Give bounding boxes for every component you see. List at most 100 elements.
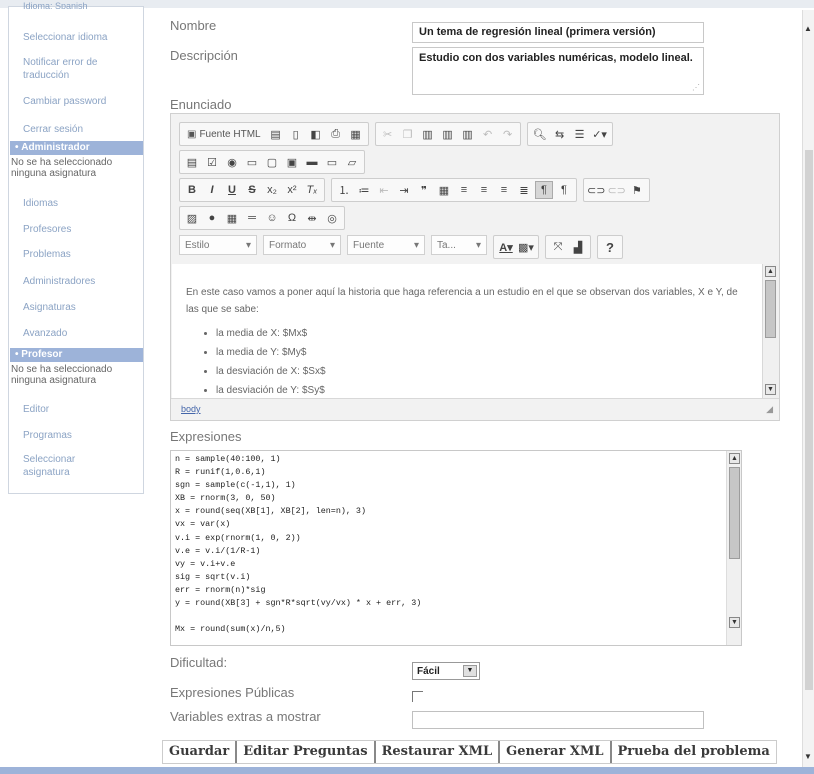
sidebar-item-profesores[interactable]: Profesores: [9, 223, 71, 236]
source-button[interactable]: ▣ Fuente HTML: [183, 125, 265, 143]
nombre-input[interactable]: Un tema de regresión lineal (primera ver…: [412, 22, 704, 43]
templates-icon[interactable]: ▦: [347, 125, 365, 143]
text-color-icon[interactable]: A▾: [497, 238, 515, 256]
scroll-thumb[interactable]: [729, 467, 740, 559]
sidebar-item-report-translation[interactable]: Notificar error de traducción: [9, 56, 119, 82]
form-icon[interactable]: ▤: [183, 153, 201, 171]
redo-icon[interactable]: ↷: [499, 125, 517, 143]
anchor-icon[interactable]: ⚑: [628, 181, 646, 199]
table-icon[interactable]: ▦: [223, 209, 241, 227]
blockquote-icon[interactable]: ❞: [415, 181, 433, 199]
publicas-checkbox[interactable]: [412, 691, 423, 702]
subscript-icon[interactable]: x₂: [263, 181, 281, 199]
scroll-down-icon[interactable]: ▼: [729, 617, 740, 628]
sidebar-item-administradores[interactable]: Administradores: [9, 275, 95, 288]
sidebar-item-select-language[interactable]: Seleccionar idioma: [9, 31, 108, 44]
new-page-icon[interactable]: ▯: [287, 125, 305, 143]
special-char-icon[interactable]: Ω: [283, 209, 301, 227]
element-path-link[interactable]: body: [181, 404, 201, 414]
font-combo[interactable]: Fuente ▾: [347, 235, 425, 255]
horizontal-rule-icon[interactable]: ═: [243, 209, 261, 227]
save-button[interactable]: Guardar: [163, 741, 238, 763]
scroll-up-icon[interactable]: ▲: [729, 453, 740, 464]
button-field-icon[interactable]: ▬: [303, 153, 321, 171]
maximize-icon[interactable]: ⤧: [549, 238, 567, 256]
image-button-icon[interactable]: ▭: [323, 153, 341, 171]
page-scrollbar[interactable]: ▲ ▼: [802, 10, 814, 770]
sidebar-item-avanzado[interactable]: Avanzado: [9, 327, 67, 340]
expressions-textarea[interactable]: n = sample(40:100, 1) R = runif(1,0.6,1) s…: [170, 450, 742, 646]
textarea-icon[interactable]: ▢: [263, 153, 281, 171]
sidebar-item-change-password[interactable]: Cambiar password: [9, 95, 106, 108]
expressions-scrollbar[interactable]: ▲ ▼: [726, 451, 741, 645]
justify-icon[interactable]: ≣: [515, 181, 533, 199]
underline-icon[interactable]: U: [223, 181, 241, 199]
find-icon[interactable]: 🔍︎: [531, 125, 549, 143]
div-icon[interactable]: ▦: [435, 181, 453, 199]
select-field-icon[interactable]: ▣: [283, 153, 301, 171]
select-all-icon[interactable]: ☰: [571, 125, 589, 143]
paste-word-icon[interactable]: ▥: [459, 125, 477, 143]
save-icon[interactable]: ▤: [267, 125, 285, 143]
smiley-icon[interactable]: ☺: [263, 209, 281, 227]
unlink-icon[interactable]: ⊂⊃: [607, 181, 625, 199]
bg-color-icon[interactable]: ▩▾: [517, 238, 535, 256]
outdent-icon[interactable]: ⇤: [375, 181, 393, 199]
editor-content-area[interactable]: En este caso vamos a poner aquí la histo…: [172, 264, 762, 398]
edit-questions-button[interactable]: Editar Preguntas: [237, 741, 376, 763]
image-icon[interactable]: ▨: [183, 209, 201, 227]
resize-grip-icon[interactable]: ⋰: [692, 83, 700, 92]
checkbox-icon[interactable]: ☑: [203, 153, 221, 171]
paste-text-icon[interactable]: ▥: [439, 125, 457, 143]
descripcion-textarea[interactable]: Estudio con dos variables numéricas, mod…: [412, 47, 704, 95]
help-icon[interactable]: ?: [601, 238, 619, 256]
align-left-icon[interactable]: ≡: [455, 181, 473, 199]
preview-icon[interactable]: ◧: [307, 125, 325, 143]
radio-icon[interactable]: ◉: [223, 153, 241, 171]
sidebar-item-asignaturas[interactable]: Asignaturas: [9, 301, 76, 314]
remove-format-icon[interactable]: Tₓ: [303, 181, 321, 199]
sidebar-item-logout[interactable]: Cerrar sesión: [9, 123, 83, 136]
style-combo[interactable]: Estilo ▾: [179, 235, 257, 255]
superscript-icon[interactable]: x²: [283, 181, 301, 199]
italic-icon[interactable]: I: [203, 181, 221, 199]
strike-icon[interactable]: S: [243, 181, 261, 199]
spellcheck-icon[interactable]: ✓▾: [591, 125, 609, 143]
dificultad-select[interactable]: Fácil ▼: [412, 662, 480, 680]
rtl-icon[interactable]: ¶: [555, 181, 573, 199]
page-break-icon[interactable]: ⇹: [303, 209, 321, 227]
sidebar-item-programas[interactable]: Programas: [9, 429, 72, 442]
ltr-icon[interactable]: ¶: [535, 181, 553, 199]
paste-icon[interactable]: ▥: [419, 125, 437, 143]
scroll-thumb[interactable]: [805, 150, 813, 690]
size-combo[interactable]: Ta... ▾: [431, 235, 487, 255]
scroll-down-icon[interactable]: ▼: [804, 752, 812, 761]
generate-xml-button[interactable]: Generar XML: [500, 741, 612, 763]
sidebar-item-editor[interactable]: Editor: [9, 403, 49, 416]
restore-xml-button[interactable]: Restaurar XML: [376, 741, 501, 763]
show-blocks-icon[interactable]: ▟: [569, 238, 587, 256]
flash-icon[interactable]: ●: [203, 209, 221, 227]
test-problem-button[interactable]: Prueba del problema: [612, 741, 776, 763]
print-icon[interactable]: ⎙: [327, 125, 345, 143]
link-icon[interactable]: ⊂⊃: [587, 181, 605, 199]
resize-grip-icon[interactable]: ◢: [766, 404, 773, 415]
textfield-icon[interactable]: ▭: [243, 153, 261, 171]
sidebar-item-idiomas[interactable]: Idiomas: [9, 197, 58, 210]
extras-input[interactable]: [412, 711, 704, 729]
iframe-icon[interactable]: ◎: [323, 209, 341, 227]
scroll-down-icon[interactable]: ▼: [765, 384, 776, 395]
cut-icon[interactable]: ✂: [379, 125, 397, 143]
bulleted-list-icon[interactable]: ≔: [355, 181, 373, 199]
bold-icon[interactable]: B: [183, 181, 201, 199]
format-combo[interactable]: Formato ▾: [263, 235, 341, 255]
copy-icon[interactable]: ❐: [399, 125, 417, 143]
scroll-up-icon[interactable]: ▲: [765, 266, 776, 277]
hidden-field-icon[interactable]: ▱: [343, 153, 361, 171]
undo-icon[interactable]: ↶: [479, 125, 497, 143]
replace-icon[interactable]: ⇆: [551, 125, 569, 143]
sidebar-item-select-subject[interactable]: Seleccionar asignatura: [9, 453, 89, 479]
scroll-thumb[interactable]: [765, 280, 776, 338]
align-right-icon[interactable]: ≡: [495, 181, 513, 199]
scroll-up-icon[interactable]: ▲: [804, 24, 812, 33]
